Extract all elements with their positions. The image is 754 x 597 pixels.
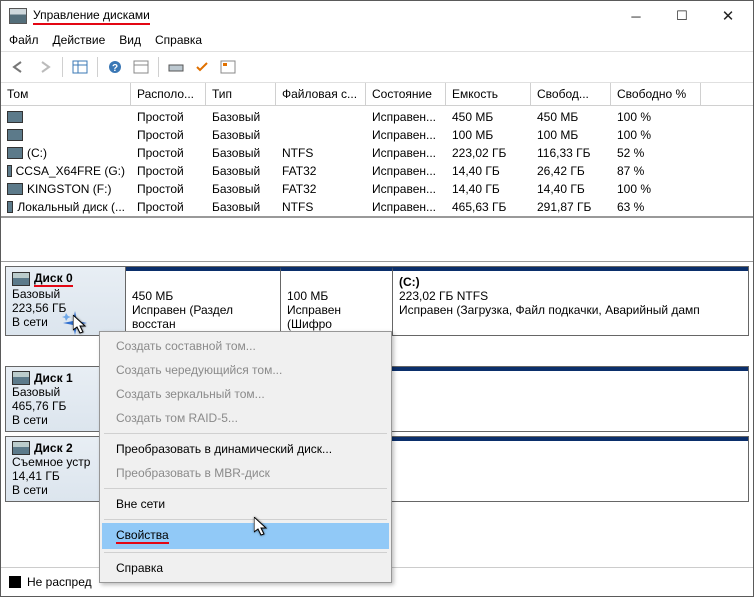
menubar: Файл Действие Вид Справка [1, 31, 753, 51]
minimize-button[interactable]: ─ [613, 1, 659, 31]
col-status[interactable]: Состояние [366, 83, 446, 105]
window-title: Управление дисками [33, 8, 150, 25]
forward-button[interactable] [33, 55, 57, 79]
menu-action[interactable]: Действие [53, 33, 106, 47]
maximize-button[interactable]: ☐ [659, 1, 705, 31]
disk0-status: В сети [12, 315, 119, 329]
check-icon[interactable] [190, 55, 214, 79]
cm-raid5: Создать том RAID-5... [102, 406, 389, 430]
properties-icon[interactable] [216, 55, 240, 79]
disk1-name: Диск 1 [34, 371, 73, 385]
disk0-size: 223,56 ГБ [12, 301, 119, 315]
col-type[interactable]: Тип [206, 83, 276, 105]
disk-icon [12, 371, 30, 385]
disk-icon [12, 441, 30, 455]
close-button[interactable]: ✕ [705, 1, 751, 31]
app-icon [9, 8, 27, 24]
settings-icon[interactable] [129, 55, 153, 79]
legend-swatch [9, 576, 21, 588]
disk0-part0[interactable]: 450 МБ Исправен (Раздел восстан [126, 267, 280, 335]
cm-properties[interactable]: Свойства [102, 523, 389, 549]
table-row[interactable]: (C:)ПростойБазовыйNTFSИсправен...223,02 … [1, 144, 753, 162]
drive-icon[interactable] [164, 55, 188, 79]
menu-help[interactable]: Справка [155, 33, 202, 47]
table-row[interactable]: CCSA_X64FRE (G:)ПростойБазовыйFAT32Испра… [1, 162, 753, 180]
table-row[interactable]: ПростойБазовыйИсправен...450 МБ450 МБ100… [1, 108, 753, 126]
disk-context-menu: Создать составной том... Создать чередую… [99, 331, 392, 583]
table-row[interactable]: Локальный диск (...ПростойБазовыйNTFSИсп… [1, 198, 753, 216]
cm-convert-mbr: Преобразовать в MBR-диск [102, 461, 389, 485]
cm-mirror: Создать зеркальный том... [102, 382, 389, 406]
col-capacity[interactable]: Емкость [446, 83, 531, 105]
col-freepct[interactable]: Свободно % [611, 83, 701, 105]
cm-offline[interactable]: Вне сети [102, 492, 389, 516]
cm-spanned: Создать составной том... [102, 334, 389, 358]
disk0-name: Диск 0 [34, 271, 73, 287]
view-list-icon[interactable] [68, 55, 92, 79]
disk0-part1[interactable]: 100 МБ Исправен (Шифро [280, 267, 392, 335]
cm-convert-dynamic[interactable]: Преобразовать в динамический диск... [102, 437, 389, 461]
volume-list-body[interactable]: ПростойБазовыйИсправен...450 МБ450 МБ100… [1, 106, 753, 216]
col-volume[interactable]: Том [1, 83, 131, 105]
volume-icon [7, 201, 13, 213]
table-row[interactable]: KINGSTON (F:)ПростойБазовыйFAT32Исправен… [1, 180, 753, 198]
col-fs[interactable]: Файловая с... [276, 83, 366, 105]
toolbar: ? [1, 51, 753, 83]
disk0-type: Базовый [12, 287, 119, 301]
legend-label: Не распред [27, 575, 92, 589]
volume-icon [7, 129, 23, 141]
cm-striped: Создать чередующийся том... [102, 358, 389, 382]
disk0-block[interactable]: Диск 0 Базовый 223,56 ГБ В сети 450 МБ И… [5, 266, 749, 336]
volume-icon [7, 111, 23, 123]
col-free[interactable]: Свобод... [531, 83, 611, 105]
help-icon[interactable]: ? [103, 55, 127, 79]
disk0-header[interactable]: Диск 0 Базовый 223,56 ГБ В сети [6, 267, 126, 335]
svg-text:?: ? [112, 63, 118, 74]
menu-view[interactable]: Вид [119, 33, 141, 47]
disk2-name: Диск 2 [34, 441, 73, 455]
disk0-part2[interactable]: (C:) 223,02 ГБ NTFS Исправен (Загрузка, … [392, 267, 748, 335]
volume-icon [7, 183, 23, 195]
titlebar: Управление дисками ─ ☐ ✕ [1, 1, 753, 31]
menu-file[interactable]: Файл [9, 33, 39, 47]
volume-icon [7, 165, 12, 177]
cm-help[interactable]: Справка [102, 556, 389, 580]
disk-management-window: Управление дисками ─ ☐ ✕ Файл Действие В… [0, 0, 754, 597]
volume-list-header: Том Располо... Тип Файловая с... Состоян… [1, 83, 753, 106]
volume-list: Том Располо... Тип Файловая с... Состоян… [1, 83, 753, 218]
volume-icon [7, 147, 23, 159]
back-button[interactable] [7, 55, 31, 79]
disk-icon [12, 272, 30, 286]
table-row[interactable]: ПростойБазовыйИсправен...100 МБ100 МБ100… [1, 126, 753, 144]
col-layout[interactable]: Располо... [131, 83, 206, 105]
